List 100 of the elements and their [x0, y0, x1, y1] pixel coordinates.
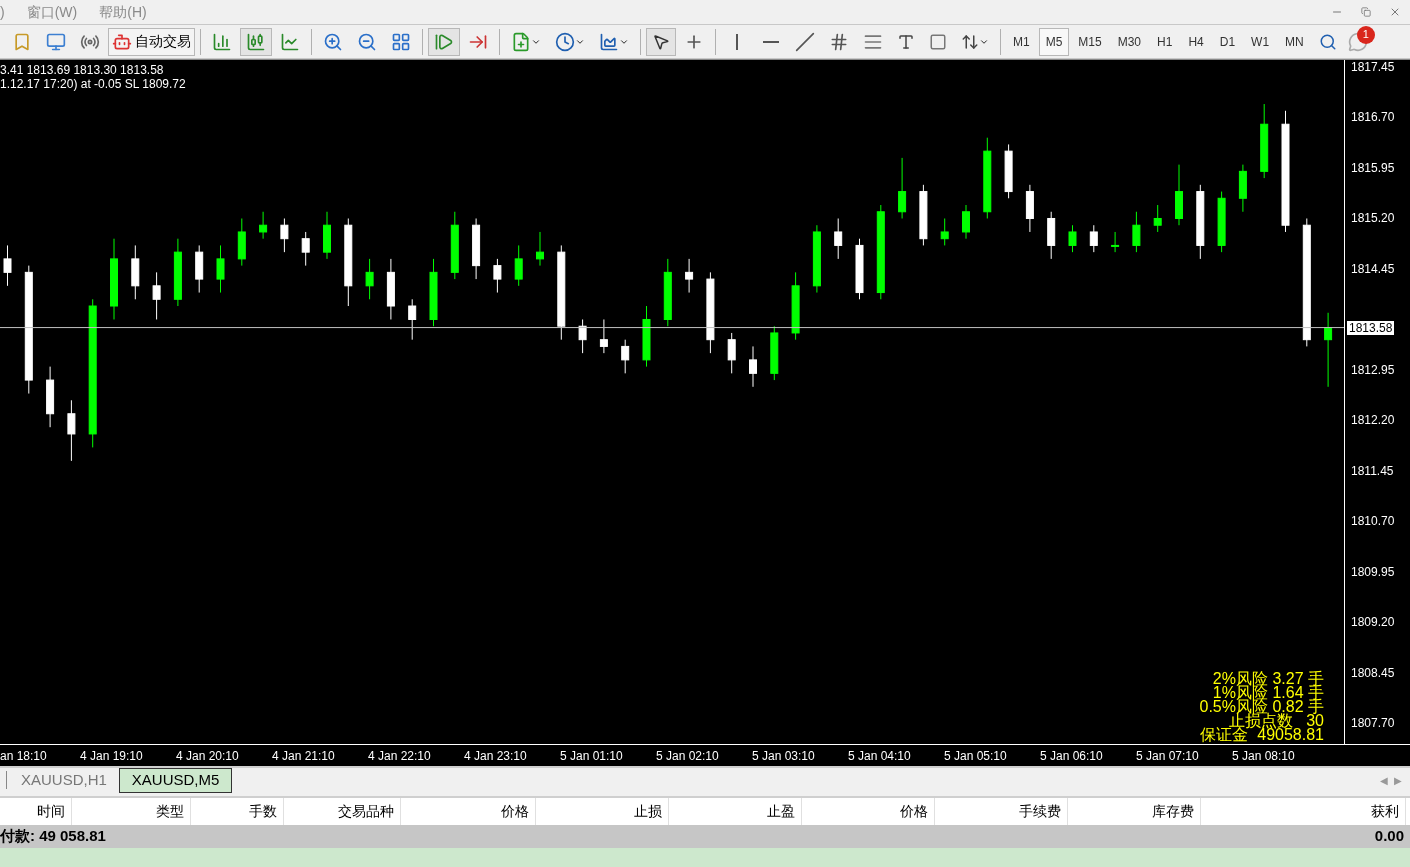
auto-scroll-button[interactable]: [428, 27, 460, 56]
notification-badge: 1: [1356, 25, 1375, 44]
candlestick: [940, 217, 949, 246]
timeframe-button[interactable]: H4: [1181, 27, 1211, 56]
time-label: 4 Jan 21:10: [272, 747, 336, 765]
candlestick: [621, 339, 630, 374]
risk-info-text: 1%风险 1.64 手: [1212, 686, 1324, 701]
time-label: 4 Jan 19:10: [80, 747, 144, 765]
cursor-icon: [652, 32, 670, 51]
time-label: 4 Jan 23:10: [464, 747, 528, 765]
chart-type-button[interactable]: [240, 27, 272, 56]
timeframe-button[interactable]: M30: [1110, 27, 1149, 56]
candlestick: [599, 318, 608, 354]
cursor-button[interactable]: [646, 27, 676, 56]
bar-chart-icon: [212, 31, 232, 52]
chat-bubble-icon: [1347, 31, 1368, 52]
timeframe-button[interactable]: D1: [1212, 27, 1243, 56]
channel-icon: [829, 31, 849, 52]
profit-value: 0.00: [1374, 826, 1404, 847]
candlestick: [1132, 211, 1141, 253]
chart-tab[interactable]: XAUUSD,H1: [9, 768, 119, 793]
trendline-icon: [795, 31, 815, 52]
candlestick: [834, 217, 843, 260]
candlestick: [898, 157, 907, 219]
zoom-in-icon: [323, 31, 343, 52]
time-label: 5 Jan 04:10: [848, 747, 912, 765]
candlestick: [1068, 224, 1077, 253]
candlestick: [493, 258, 502, 294]
price-label: 1812.95: [1351, 362, 1395, 377]
time-label: 4 Jan 20:10: [176, 747, 240, 765]
bookmark-icon: [12, 31, 32, 52]
timeframe-button[interactable]: H1: [1150, 27, 1180, 56]
price-label: 1816.70: [1351, 110, 1395, 125]
price-label: 1815.95: [1351, 161, 1395, 175]
price-label: 1809.20: [1351, 615, 1395, 630]
price-label: 1812.20: [1351, 413, 1395, 428]
timeframe-button[interactable]: MN: [1278, 27, 1311, 56]
price-label: 1809.95: [1351, 564, 1395, 579]
price-label: 1807.70: [1351, 716, 1395, 731]
chart-info-text: 3.41 1813.69 1813.30 1813.58: [0, 63, 165, 77]
candlestick: [280, 217, 289, 253]
grid-icon: [391, 31, 411, 52]
risk-info-text: 保证金 49058.81: [1200, 728, 1324, 743]
candlestick: [408, 298, 417, 341]
candlestick: [514, 244, 523, 287]
time-label: 5 Jan 08:10: [1232, 747, 1296, 765]
candlestick: [727, 332, 736, 374]
timeframe-button[interactable]: M5: [1038, 27, 1070, 56]
candlestick: [301, 231, 310, 267]
candlestick: [1089, 224, 1098, 253]
clock-icon: [555, 31, 575, 52]
balance-text: 付款: 49 058.81: [0, 826, 106, 847]
price-label: 1808.45: [1351, 665, 1395, 680]
time-label: 5 Jan 02:10: [656, 747, 720, 765]
candlestick: [1111, 231, 1120, 253]
text-icon: [897, 32, 915, 51]
time-label: 5 Jan 05:10: [944, 747, 1008, 765]
time-label: 5 Jan 07:10: [1136, 747, 1200, 765]
timeframe-button[interactable]: W1: [1244, 27, 1277, 56]
area-chart-icon: [599, 31, 619, 52]
price-label: 1811.45: [1351, 463, 1394, 478]
candlestick: [259, 211, 268, 240]
chart-info-text: 1.12.17 17:20) at -0.05 SL 1809.72: [0, 77, 186, 91]
candlestick: [685, 258, 694, 294]
step-forward-icon: [434, 31, 454, 52]
file-plus-icon: [511, 31, 531, 52]
candlestick: [216, 244, 225, 294]
timeframe-button[interactable]: M1: [1006, 27, 1037, 56]
price-label: 1815.20: [1351, 211, 1395, 226]
candlestick: [1153, 204, 1162, 233]
autotrade-button[interactable]: 自动交易: [108, 27, 195, 56]
candlestick: [962, 204, 970, 240]
current-price-label: 1813.58: [1347, 320, 1395, 335]
horizontal-line-icon: [763, 40, 779, 43]
risk-info-text: 2%风险 3.27 手: [1212, 672, 1324, 687]
candlestick: [749, 345, 757, 388]
candlestick: [3, 244, 12, 287]
time-label: 5 Jan 03:10: [752, 747, 816, 765]
chart-tab[interactable]: XAUUSD,M5: [118, 768, 233, 793]
search-icon: [1318, 32, 1337, 51]
candlestick-chart-icon: [246, 31, 266, 52]
price-label: 1810.70: [1351, 514, 1395, 529]
zoom-out-icon: [357, 31, 377, 52]
time-label: 5 Jan 06:10: [1040, 747, 1104, 765]
line-chart-icon: [280, 31, 300, 52]
time-label: 5 Jan 01:10: [560, 747, 624, 765]
price-label: 1814.45: [1351, 262, 1395, 276]
time-label: an 18:10: [0, 747, 48, 765]
monitor-icon: [46, 31, 66, 52]
arrows-icon: [961, 32, 979, 51]
candlestick: [536, 231, 544, 267]
candlestick: [1324, 312, 1333, 388]
candlestick: [365, 258, 374, 300]
vertical-line-icon: [736, 33, 738, 50]
price-label: 1817.45: [1351, 60, 1395, 74]
candlestick: [152, 271, 161, 320]
candlestick: [67, 399, 76, 462]
candlestick: [578, 318, 587, 354]
timeframe-button[interactable]: M15: [1071, 27, 1109, 56]
time-label: 4 Jan 22:10: [368, 747, 432, 765]
